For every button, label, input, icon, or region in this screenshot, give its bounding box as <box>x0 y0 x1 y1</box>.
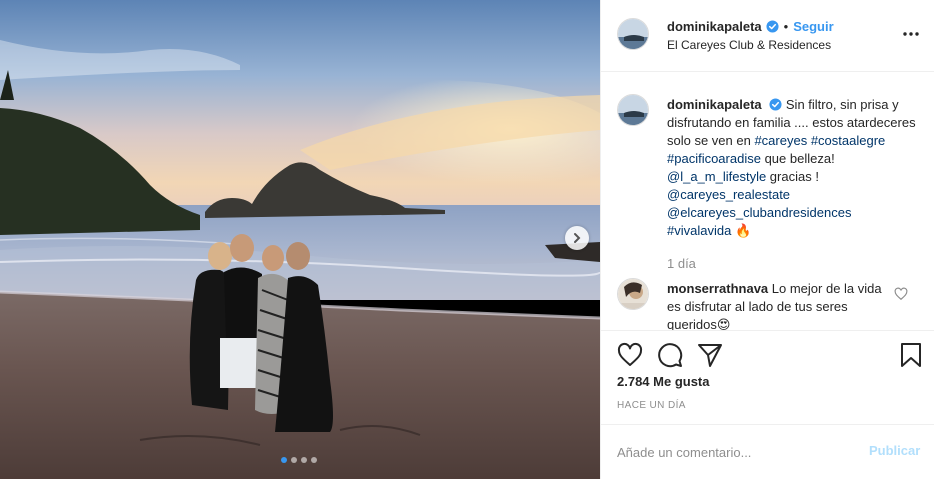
avatar[interactable] <box>617 18 649 50</box>
carousel-indicator <box>281 457 317 463</box>
carousel-dot <box>301 457 307 463</box>
caption-username[interactable]: dominikapaleta <box>667 97 762 112</box>
like-comment-heart-icon[interactable] <box>894 287 908 301</box>
next-photo-button[interactable] <box>565 226 589 250</box>
header-user-row: dominikapaleta • Seguir <box>667 19 834 34</box>
hashtag-link[interactable]: #costaalegre <box>811 133 885 148</box>
caption-text-part: gracias ! <box>766 169 819 184</box>
post-details-panel: dominikapaleta • Seguir El Careyes Club … <box>600 0 934 479</box>
caption: dominikapaleta Sin filtro, sin prisa y d… <box>667 96 919 240</box>
mention-link[interactable]: @careyes_realestate <box>667 187 790 202</box>
username-link[interactable]: dominikapaleta <box>667 19 762 34</box>
post-timestamp[interactable]: Hace un día <box>617 400 686 411</box>
beach-sunset-photo <box>0 0 600 479</box>
hashtag-link[interactable]: #pacificoaradise <box>667 151 761 166</box>
comment-input[interactable] <box>617 441 857 463</box>
mention-link[interactable]: @l_a_m_lifestyle <box>667 169 766 184</box>
verified-icon <box>766 20 779 33</box>
carousel-dot <box>311 457 317 463</box>
caption-text-part: que belleza! <box>760 151 835 166</box>
post-header: dominikapaleta • Seguir El Careyes Club … <box>601 0 934 72</box>
verified-icon <box>769 98 782 111</box>
chevron-right-icon <box>574 233 581 243</box>
comment-username[interactable]: monserrathnava <box>667 281 768 296</box>
fire-emoji: 🔥 <box>731 223 752 238</box>
post-photo[interactable] <box>0 0 600 479</box>
carousel-dot <box>281 457 287 463</box>
comments-section[interactable]: dominikapaleta Sin filtro, sin prisa y d… <box>601 72 934 330</box>
hashtag-link[interactable]: #careyes <box>754 133 807 148</box>
avatar[interactable] <box>617 278 649 310</box>
separator-dot: • <box>783 19 789 34</box>
likes-count[interactable]: 2.784 Me gusta <box>617 374 710 389</box>
bookmark-icon[interactable] <box>898 342 924 368</box>
hashtag-link[interactable]: #vivalavida <box>667 223 731 238</box>
action-bar <box>601 330 934 376</box>
comment: monserrathnava Lo mejor de la vida es di… <box>667 280 891 330</box>
follow-button[interactable]: Seguir <box>793 19 833 34</box>
avatar-image <box>618 19 648 49</box>
share-icon[interactable] <box>697 342 723 368</box>
avatar-image <box>618 279 648 309</box>
mention-link[interactable]: @elcareyes_clubandresidences <box>667 205 851 220</box>
comment-icon[interactable] <box>657 342 683 368</box>
caption-time[interactable]: 1 día <box>667 256 696 271</box>
avatar-image <box>618 95 648 125</box>
add-comment-bar: Publicar <box>601 424 934 479</box>
heart-icon[interactable] <box>617 342 643 368</box>
more-options-icon[interactable] <box>901 26 921 42</box>
carousel-dot <box>291 457 297 463</box>
publish-button[interactable]: Publicar <box>869 443 920 458</box>
location-link[interactable]: El Careyes Club & Residences <box>667 38 831 52</box>
avatar[interactable] <box>617 94 649 126</box>
